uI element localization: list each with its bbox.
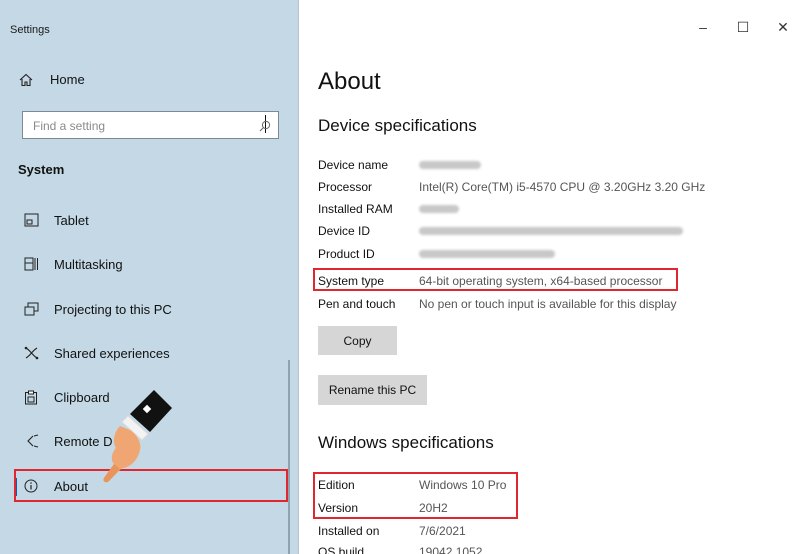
spec-row-installed-on: Installed on 7/6/2021 bbox=[318, 522, 466, 540]
sidebar-scrollbar[interactable] bbox=[288, 360, 290, 554]
sidebar-item-shared-experiences[interactable]: Shared experiences bbox=[0, 337, 298, 369]
spec-row-device-name: Device name bbox=[318, 156, 481, 174]
sidebar-item-label: Projecting to this PC bbox=[54, 301, 172, 317]
sidebar-item-label: Multitasking bbox=[54, 256, 123, 272]
sidebar-item-projecting[interactable]: Projecting to this PC bbox=[0, 293, 298, 325]
shared-experiences-icon bbox=[22, 346, 40, 360]
search-icon[interactable] bbox=[259, 119, 271, 137]
spec-row-device-id: Device ID bbox=[318, 222, 683, 240]
home-icon bbox=[18, 73, 34, 87]
system-type-highlight-box bbox=[313, 268, 678, 291]
search-input[interactable] bbox=[31, 117, 245, 135]
spec-value: No pen or touch input is available for t… bbox=[419, 297, 677, 311]
rename-pc-button[interactable]: Rename this PC bbox=[318, 375, 427, 405]
app-title: Settings bbox=[10, 24, 50, 36]
pointing-hand-icon bbox=[103, 390, 172, 483]
home-label: Home bbox=[50, 72, 85, 87]
section-title: System bbox=[18, 162, 65, 177]
close-button[interactable]: ✕ bbox=[763, 12, 803, 42]
blurred-value bbox=[419, 161, 481, 169]
spec-label: Installed on bbox=[318, 524, 380, 538]
spec-row-processor: Processor Intel(R) Core(TM) i5-4570 CPU … bbox=[318, 178, 705, 196]
spec-value: 19042.1052 bbox=[419, 545, 483, 554]
spec-label: Device name bbox=[318, 158, 389, 172]
projecting-icon bbox=[22, 302, 40, 316]
blurred-value bbox=[419, 250, 555, 258]
maximize-button[interactable]: ☐ bbox=[723, 12, 763, 42]
page-title: About bbox=[318, 68, 381, 95]
remote-desktop-icon bbox=[22, 434, 40, 448]
spec-label: Pen and touch bbox=[318, 297, 396, 311]
minimize-button[interactable]: – bbox=[683, 12, 723, 42]
spec-row-os-build: OS build 19042.1052 bbox=[318, 543, 482, 554]
window-controls: – ☐ ✕ bbox=[683, 12, 803, 42]
spec-row-pen-touch: Pen and touch No pen or touch input is a… bbox=[318, 295, 676, 313]
search-box[interactable] bbox=[22, 111, 279, 139]
sidebar-item-label: Shared experiences bbox=[54, 345, 170, 361]
nav-home[interactable]: Home bbox=[18, 72, 85, 87]
settings-window: Settings Home System Tablet bbox=[0, 0, 803, 554]
sidebar-item-multitasking[interactable]: Multitasking bbox=[0, 248, 298, 280]
copy-button[interactable]: Copy bbox=[318, 326, 397, 355]
sidebar-item-label: Tablet bbox=[54, 212, 89, 228]
device-specs-heading: Device specifications bbox=[318, 116, 477, 135]
spec-label: OS build bbox=[318, 545, 365, 554]
spec-label: Installed RAM bbox=[318, 202, 393, 216]
blurred-value bbox=[419, 227, 683, 235]
spec-value: 7/6/2021 bbox=[419, 524, 466, 538]
blurred-value bbox=[419, 205, 459, 213]
sidebar-item-tablet[interactable]: Tablet bbox=[0, 204, 298, 236]
multitasking-icon bbox=[22, 257, 40, 271]
spec-label: Device ID bbox=[318, 224, 371, 238]
spec-value: Intel(R) Core(TM) i5-4570 CPU @ 3.20GHz … bbox=[419, 180, 706, 194]
spec-label: Processor bbox=[318, 180, 373, 194]
spec-label: Product ID bbox=[318, 247, 375, 261]
windows-edition-highlight-box bbox=[313, 472, 518, 519]
tablet-icon bbox=[22, 213, 40, 227]
spec-row-product-id: Product ID bbox=[318, 245, 555, 263]
clipboard-icon bbox=[22, 390, 40, 405]
windows-specs-heading: Windows specifications bbox=[318, 433, 494, 452]
spec-row-installed-ram: Installed RAM bbox=[318, 200, 459, 218]
